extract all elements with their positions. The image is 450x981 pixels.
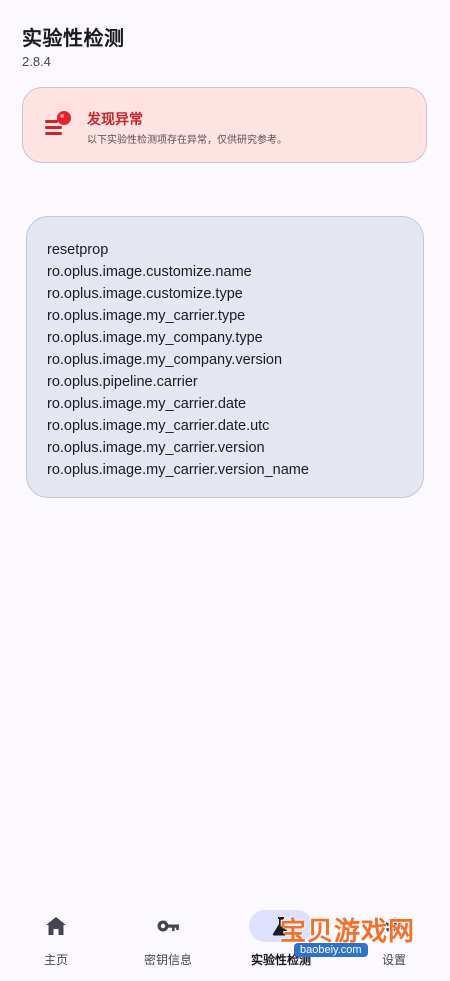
nav-item-key-info[interactable]: 密钥信息	[112, 910, 224, 970]
detection-item: ro.oplus.image.my_carrier.date	[47, 396, 247, 412]
alert-title: 发现异常	[87, 112, 143, 128]
detection-item: ro.oplus.image.my_carrier.type	[47, 308, 246, 324]
detection-item: ro.oplus.image.my_carrier.date.utc	[47, 418, 270, 434]
anomaly-alert-card: 发现异常 以下实验性检测项存在异常，仅供研究参考。	[22, 87, 427, 163]
alert-description: 以下实验性检测项存在异常，仅供研究参考。	[87, 135, 287, 146]
detection-item: ro.oplus.image.customize.type	[47, 286, 243, 302]
detection-item: ro.oplus.image.my_carrier.version_name	[47, 462, 309, 478]
watermark-url: baobeiy.com	[294, 943, 368, 957]
detection-item: ro.oplus.image.my_company.type	[47, 330, 263, 346]
nav-label-home: 主页	[43, 953, 68, 967]
detection-item: ro.oplus.image.my_company.version	[47, 352, 283, 368]
warning-list-icon	[45, 111, 71, 135]
home-icon	[46, 917, 66, 935]
key-icon	[157, 920, 179, 932]
detection-list: resetprop ro.oplus.image.customize.name …	[47, 239, 403, 481]
detection-item: resetprop	[47, 242, 109, 258]
nav-item-home[interactable]: 主页	[0, 910, 112, 970]
app-version: 2.8.4	[22, 54, 51, 69]
detection-item: ro.oplus.pipeline.carrier	[47, 374, 198, 390]
detection-list-card: resetprop ro.oplus.image.customize.name …	[26, 216, 424, 498]
detection-item: ro.oplus.image.customize.name	[47, 264, 252, 280]
detection-item: ro.oplus.image.my_carrier.version	[47, 440, 265, 456]
watermark: 宝贝游戏网 baobeiy.com	[280, 895, 430, 975]
page-title: 实验性检测	[22, 26, 125, 50]
nav-label-key-info: 密钥信息	[143, 953, 192, 967]
